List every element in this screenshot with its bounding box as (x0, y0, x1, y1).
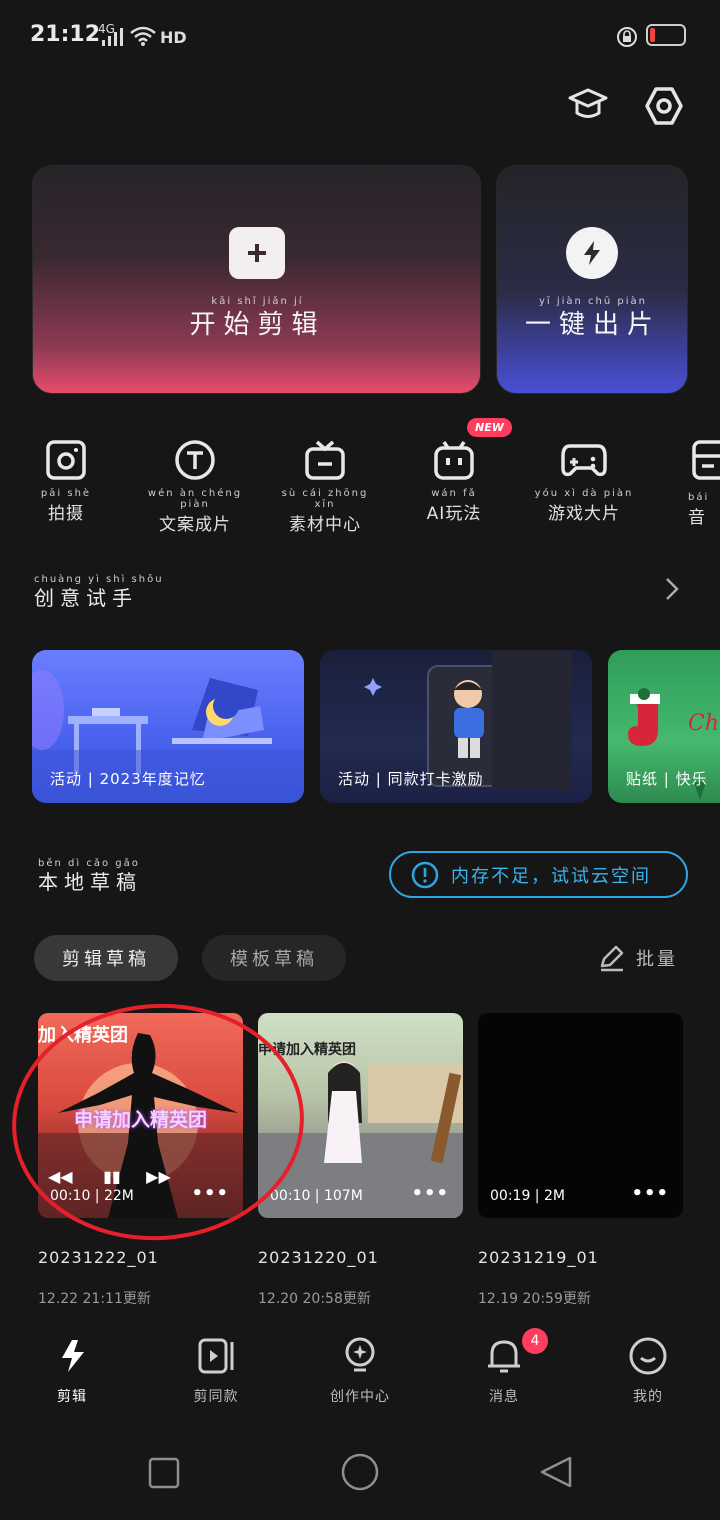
gamepad-icon (561, 444, 607, 477)
tool-material-center[interactable]: sù cái zhōng xīn 素材中心 (275, 438, 375, 535)
tab-edit-drafts[interactable]: 剪辑草稿 (34, 935, 178, 981)
home-circle-icon[interactable] (340, 1452, 380, 1492)
start-edit-card[interactable]: kāi shǐ jiǎn jí 开始剪辑 (32, 165, 481, 394)
batch-label: 批量 (636, 949, 678, 970)
tool-pinyin: wén àn chéng piàn (147, 488, 243, 510)
nav-label: 剪辑 (57, 1389, 87, 1405)
tool-partial[interactable]: bái 音 (684, 438, 720, 528)
start-edit-label: 开始剪辑 (189, 310, 326, 340)
tool-label: 拍摄 (48, 504, 84, 524)
nav-label: 创作中心 (330, 1389, 390, 1405)
scissors-bolt-icon (62, 1340, 84, 1372)
draft-name: 20231222_01 (38, 1248, 159, 1267)
annotation-circle (12, 1003, 304, 1241)
list-icon (692, 440, 720, 480)
tool-pinyin: yóu xì dà piàn (534, 488, 634, 499)
graduation-cap-icon[interactable] (566, 82, 610, 126)
robot-icon (434, 441, 474, 480)
smile-icon (629, 1337, 667, 1375)
tool-text-to-video[interactable]: wén àn chéng piàn 文案成片 (145, 438, 245, 535)
message-count-badge: 4 (522, 1328, 548, 1354)
settings-hexagon-icon[interactable] (642, 84, 686, 128)
tool-camera[interactable]: pāi shè 拍摄 (16, 438, 116, 524)
tool-pinyin: sù cái zhōng xīn (281, 488, 369, 510)
new-badge: NEW (467, 418, 512, 437)
banner-label: 贴纸 | 快乐 (626, 770, 708, 788)
plus-icon (229, 227, 285, 279)
nav-profile[interactable]: 我的 (598, 1336, 698, 1406)
draft-name: 20231219_01 (478, 1248, 599, 1267)
draft-name: 20231220_01 (258, 1248, 379, 1267)
drafts-title: 本地草稿 (38, 870, 142, 894)
tool-ai-play[interactable]: wán fǎ AI玩法 (404, 438, 504, 524)
cloud-storage-tip[interactable]: 内存不足，试试云空间 (389, 851, 688, 898)
tool-label: 游戏大片 (548, 504, 620, 524)
draft-thumb[interactable]: 00:19 | 2M ••• (478, 1013, 683, 1218)
nav-label: 消息 (489, 1389, 519, 1405)
pencil-icon (600, 945, 624, 972)
bolt-icon (566, 227, 618, 279)
tool-label: 音 (688, 508, 706, 528)
nav-creator-center[interactable]: 创作中心 (310, 1336, 410, 1406)
tab-template-drafts[interactable]: 模板草稿 (202, 935, 346, 981)
nav-label: 我的 (633, 1389, 663, 1405)
one-click-card[interactable]: yī jiàn chū piàn 一键出片 (496, 165, 688, 394)
tool-label: 素材中心 (289, 515, 361, 535)
signal-icon (102, 28, 123, 46)
tool-pinyin: bái (688, 492, 710, 503)
creative-title: 创意试手 (34, 586, 138, 610)
banner-year-memory[interactable]: 活动 | 2023年度记忆 (32, 650, 304, 803)
more-options-icon[interactable]: ••• (631, 1183, 669, 1204)
tool-pinyin: wán fǎ (431, 488, 477, 499)
nav-template[interactable]: 剪同款 (166, 1336, 266, 1406)
nav-label: 剪同款 (193, 1389, 239, 1405)
recent-apps-square-icon[interactable] (148, 1457, 180, 1489)
one-click-label: 一键出片 (524, 310, 661, 340)
battery-icon (646, 24, 686, 46)
bell-icon (488, 1340, 520, 1373)
nav-edit[interactable]: 剪辑 (22, 1336, 122, 1406)
storage-tip-text: 内存不足，试试云空间 (451, 865, 651, 887)
status-time: 21:12 (30, 22, 101, 47)
draft-updated: 12.19 20:59更新 (478, 1291, 591, 1307)
banner-stickers[interactable]: Ch 贴纸 | 快乐 (608, 650, 720, 803)
more-options-icon[interactable]: ••• (411, 1183, 449, 1204)
tab-label: 剪辑草稿 (62, 949, 150, 970)
banner-label: 活动 | 2023年度记忆 (50, 770, 206, 788)
video-icon (198, 1338, 234, 1374)
wifi-icon (130, 26, 156, 46)
draft-meta: 00:19 | 2M (490, 1188, 565, 1204)
tool-label: AI玩法 (426, 504, 482, 524)
batch-button[interactable]: 批量 (598, 944, 678, 972)
info-icon (411, 861, 439, 888)
draft-updated: 12.22 21:11更新 (38, 1291, 151, 1307)
banner-label: 活动 | 同款打卡激励 (338, 770, 484, 788)
camera-icon (46, 440, 86, 480)
text-t-icon (175, 440, 215, 480)
chevron-right-icon[interactable] (664, 576, 680, 602)
hd-indicator: HD (160, 28, 187, 47)
bulb-icon (345, 1337, 375, 1372)
tool-game-video[interactable]: yóu xì dà piàn 游戏大片 (534, 438, 634, 524)
tool-pinyin: pāi shè (40, 488, 92, 499)
status-bar: 21:12 4G HD (0, 0, 720, 76)
banner-checkin[interactable]: 活动 | 同款打卡激励 (320, 650, 592, 803)
back-triangle-icon[interactable] (538, 1454, 574, 1490)
tv-icon (305, 440, 345, 480)
svg-text:Ch: Ch (688, 711, 719, 736)
tool-label: 文案成片 (159, 515, 231, 535)
tab-label: 模板草稿 (230, 949, 318, 970)
draft-updated: 12.20 20:58更新 (258, 1291, 371, 1307)
rotation-lock-icon (617, 27, 637, 47)
